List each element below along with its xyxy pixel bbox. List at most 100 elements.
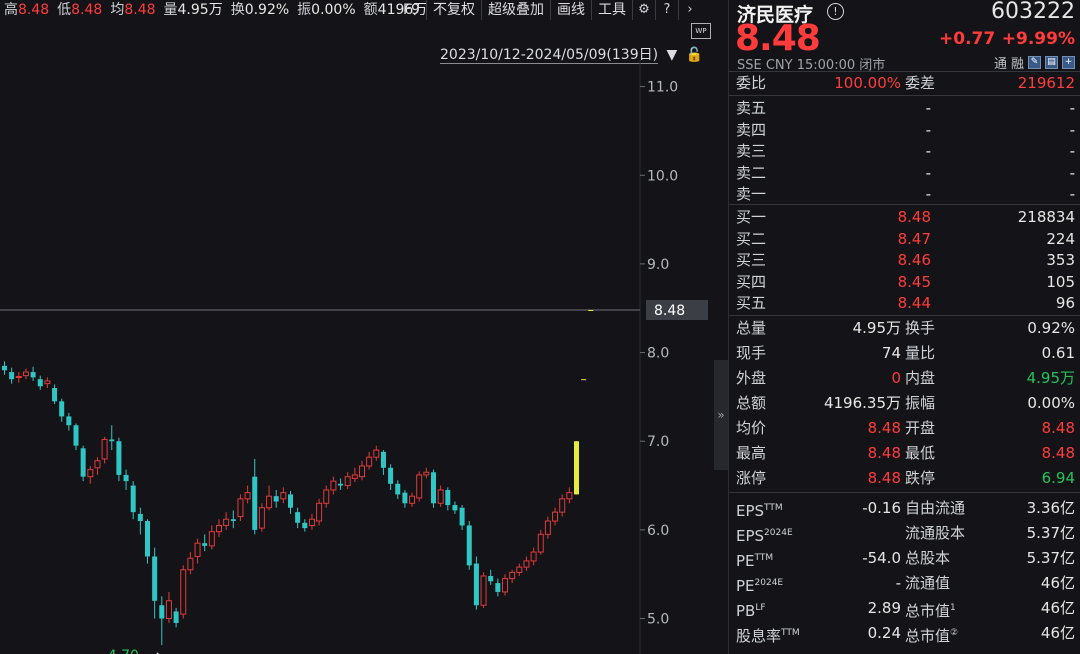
- candle-body: [137, 513, 143, 522]
- candle-body: [80, 448, 86, 477]
- candle-body: [537, 533, 544, 553]
- header-stat: 换0.92%: [231, 2, 293, 18]
- fundamental-label: PE2024E: [736, 577, 784, 595]
- divider: [729, 492, 1080, 493]
- bid-row: 买四 8.45 105: [729, 271, 1080, 293]
- bid-label: 买一: [736, 208, 767, 226]
- f9-button[interactable]: F9: [397, 0, 426, 20]
- stat-value: 8.48: [867, 419, 901, 437]
- candlestick-chart[interactable]: 11.0 10.0 9.0 8.0 7.0 6.0 5.0 8.48 4.70: [0, 60, 714, 654]
- candle-body: [66, 416, 72, 426]
- info-icon[interactable]: !: [827, 3, 844, 20]
- ask-price: -: [925, 120, 931, 139]
- draw-line-button[interactable]: 画线: [549, 0, 591, 20]
- candle-body: [502, 578, 508, 593]
- candle-body: [366, 456, 373, 467]
- fundamental-value: 5.37亿: [1026, 549, 1075, 567]
- stat-label: 外盘: [736, 369, 767, 387]
- y-tick-label: 11.0: [647, 80, 678, 96]
- ask-row: 卖二 - -: [729, 162, 1080, 184]
- edit-icon[interactable]: ✎: [1028, 56, 1041, 69]
- bid-volume: 105: [1046, 272, 1075, 291]
- add-icon[interactable]: +: [1062, 56, 1075, 69]
- bid-label: 买二: [736, 229, 767, 248]
- bid-price: 8.45: [897, 272, 931, 291]
- header-stat-value: 0.92%: [244, 2, 290, 18]
- fundamental-row: EPS2024E 流通股本 5.37亿: [729, 522, 1080, 545]
- candle-body: [495, 583, 501, 592]
- overlay-button[interactable]: 超级叠加: [480, 0, 550, 20]
- stat-value: 0: [891, 369, 901, 387]
- candle-body: [152, 556, 158, 601]
- stat-label: 最高: [736, 444, 767, 462]
- header-stat: 低8.48: [57, 2, 106, 18]
- candle-body: [588, 310, 594, 312]
- candle-body: [280, 492, 287, 500]
- stat-value: 0.00%: [1027, 394, 1075, 412]
- y-tick-label: 5.0: [647, 612, 669, 628]
- fundamental-row: EPSTTM -0.16 自由流通 3.36亿: [729, 497, 1080, 520]
- stats-row: 涨停 8.48 跌停 6.94: [729, 467, 1080, 489]
- fundamental-label: 总市值②: [905, 627, 959, 645]
- candle-body: [380, 451, 386, 468]
- stat-label: 换手: [905, 319, 936, 337]
- chevron-right-icon[interactable]: ›: [677, 0, 701, 20]
- header-stat: 量4.95万: [164, 2, 227, 18]
- candle-body: [187, 557, 194, 571]
- candle-body: [87, 469, 94, 478]
- tools-button[interactable]: 工具: [590, 0, 632, 20]
- stat-label: 量比: [905, 344, 936, 362]
- candle-body: [574, 441, 579, 495]
- candle-body: [273, 496, 279, 502]
- fundamental-row: PETTM -54.0 总股本 5.37亿: [729, 547, 1080, 570]
- adjust-button[interactable]: 不复权: [425, 0, 481, 20]
- layout-icon[interactable]: ▤: [1045, 56, 1058, 69]
- candle-body: [530, 551, 537, 562]
- header-stat-label: 高: [4, 2, 18, 18]
- divider: [729, 95, 1080, 96]
- ask-row: 卖五 - -: [729, 97, 1080, 119]
- quote-tags: 通 融 ✎ ▤ +: [994, 53, 1075, 72]
- tag-rong: 融: [1010, 57, 1024, 72]
- fundamental-value: 5.37亿: [1026, 524, 1075, 542]
- fundamental-label: 总股本: [905, 549, 951, 567]
- candle-body: [258, 507, 265, 529]
- stat-value: 0.92%: [1027, 319, 1075, 337]
- stat-value: 4196.35万: [823, 394, 901, 412]
- header-stat-label: 额: [363, 2, 378, 18]
- ask-price: -: [925, 163, 931, 182]
- header-stat-value: 4.95万: [177, 2, 223, 18]
- fundamental-value: 0.24: [867, 624, 901, 642]
- y-tick-label: 9.0: [647, 257, 669, 273]
- ask-volume: -: [1069, 142, 1075, 160]
- candle-body: [73, 425, 79, 446]
- bid-price: 8.48: [897, 208, 931, 226]
- wp-badge[interactable]: WP: [691, 23, 711, 39]
- candle-body: [409, 495, 416, 504]
- candle-body: [316, 502, 323, 522]
- bid-price: 8.47: [897, 229, 931, 248]
- candle-body: [109, 439, 115, 442]
- bid-label: 买四: [736, 272, 767, 291]
- candle-body: [2, 365, 7, 371]
- collapse-handle[interactable]: »: [714, 360, 728, 470]
- y-tick-label: 6.0: [647, 523, 669, 539]
- candle-body: [466, 525, 472, 566]
- stat-value: 6.94: [1041, 469, 1075, 487]
- stat-value: 4.95万: [1026, 369, 1075, 387]
- fundamental-value: -0.16: [862, 499, 901, 517]
- gear-icon[interactable]: ⚙: [631, 0, 655, 20]
- candle-body: [244, 492, 251, 500]
- header-stat: 振0.00%: [297, 2, 359, 18]
- ask-volume: -: [1069, 163, 1075, 182]
- chart-pane[interactable]: 高8.48 低8.48 均8.48 量4.95万 换0.92% 振0.00% 额4196万 …: [0, 0, 714, 654]
- help-icon[interactable]: ?: [654, 0, 678, 20]
- ask-price: -: [925, 142, 931, 160]
- candle-body: [15, 376, 22, 379]
- divider: [729, 315, 1080, 316]
- candle-body: [295, 512, 301, 523]
- fundamental-row: PBLF 2.89 总市值1 46亿: [729, 597, 1080, 620]
- stat-label: 现手: [736, 344, 767, 362]
- candle-body: [544, 520, 551, 535]
- fundamental-label: 自由流通: [905, 499, 966, 517]
